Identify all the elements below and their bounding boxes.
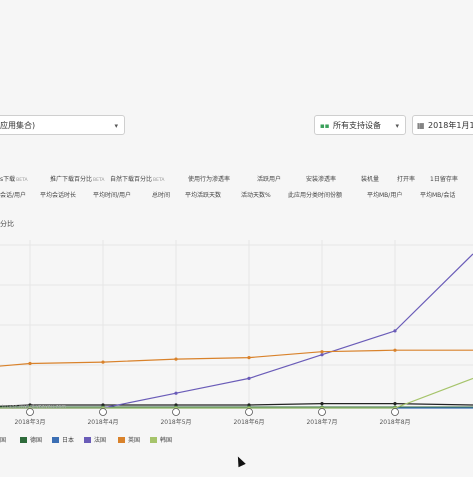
timeline-marker [245,408,253,416]
beta-badge: BETA [153,178,165,183]
legend-item[interactable]: 德国 [20,435,42,444]
timeline-marker [172,408,180,416]
beta-badge: BETA [93,178,105,183]
legend-label: 英国 [128,437,141,444]
beta-badge: BETA [16,178,28,183]
legend-label: 法国 [94,437,107,444]
page: 应用集合) ▾ ▪▪ 所有支持设备 ▾ ▦ 2018年1月1 s下载BETA 推广… [0,0,473,477]
line-chart-svg: 2018年3月 2018年4月 2018年5月 2018年6月 2018年7月 2018年… [0,240,473,426]
metric-tabs-row-1: s下载BETA 推广下载百分比BETA 自然下载百分比BETA 使用行为渗透率 活跃用户… [0,174,473,188]
android-apple-icon: ▪▪ [320,122,330,130]
timeline-marker [318,408,326,416]
legend-swatch [52,437,59,443]
legend-swatch [150,437,157,443]
data-point [174,357,178,361]
legend-item[interactable]: 国 [0,435,6,444]
mouse-cursor [234,454,246,468]
legend-swatch [84,437,91,443]
x-tick-label: 2018年8月 [379,418,410,426]
device-select[interactable]: ▪▪ 所有支持设备 ▾ [314,115,406,135]
timeline-marker [391,408,399,416]
x-tick-label: 2018年5月 [160,418,191,426]
legend-item[interactable]: 英国 [118,435,140,444]
calendar-icon: ▦ [417,121,425,130]
series-line [0,253,473,409]
data-point [393,348,397,352]
chevron-down-icon: ▾ [114,122,118,130]
watermark: image.mysql.yaoyou.com [2,404,67,410]
metric-tab-label: 打开率 [397,176,416,183]
legend-item[interactable]: 韩国 [150,435,172,444]
data-point [28,361,32,366]
legend-label: 韩国 [160,437,173,444]
metric-tab-label: 推广下载百分比 [50,176,93,183]
legend-item[interactable]: 法国 [84,435,106,444]
metric-tab[interactable]: 推广下载百分比BETA [50,174,104,183]
metric-tab[interactable]: s下载BETA [0,174,28,183]
metric-tabs-row-2: 会话/用户 平均会话时长 平均时间/用户 总时间 平均活跃天数 活动天数% 此应用分类时间份… [0,190,473,204]
app-collection-select[interactable]: 应用集合) ▾ [0,115,125,135]
metric-tab[interactable]: 1日留存率 [430,174,458,183]
metric-tab[interactable]: 自然下载百分比BETA [110,174,164,183]
legend-item[interactable]: 日本 [52,435,74,444]
metric-tab-label: 1日留存率 [430,176,458,183]
line-chart: 2018年3月 2018年4月 2018年5月 2018年6月 2018年7月 2018年… [0,240,473,430]
series-line [0,349,473,367]
metric-tab[interactable]: 平均会话时长 [40,190,76,199]
metric-tab-label: 安装渗透率 [306,176,337,183]
legend-label: 国 [0,437,7,444]
metric-tab[interactable]: 活跃用户 [257,174,281,183]
metric-tab[interactable]: 此应用分类时间份额 [288,190,342,199]
metric-tab[interactable]: 使用行为渗透率 [188,174,230,183]
data-point [393,329,397,333]
metric-tab[interactable]: 安装渗透率 [306,174,336,183]
x-tick-label: 2018年4月 [87,418,118,426]
device-select-label: 所有支持设备 [333,121,381,130]
x-tick-label: 2018年7月 [306,418,337,426]
metric-tab-label: 活跃用户 [257,176,282,183]
metric-tab[interactable]: 平均活跃天数 [185,190,221,199]
data-point [174,391,178,395]
legend-swatch [20,437,27,443]
metric-tab[interactable]: 活动天数% [241,190,271,199]
metric-tab-label: s下载 [0,176,16,183]
metric-tab[interactable]: 装机量 [361,174,379,183]
metric-tab-label: 使用行为渗透率 [188,176,231,183]
legend-label: 日本 [62,437,75,444]
data-point [320,350,324,354]
metric-tab[interactable]: 平均MB/用户 [367,190,402,199]
metric-tab[interactable]: 打开率 [397,174,415,183]
metric-tab-label: 装机量 [361,176,380,183]
header-blank-area [0,0,473,110]
date-range-picker[interactable]: ▦ 2018年1月1 [412,115,473,135]
data-point [320,353,324,357]
legend-swatch [118,437,125,443]
data-point [101,360,105,364]
data-point [320,402,324,406]
data-point [247,356,251,360]
legend-label: 德国 [30,437,43,444]
app-select-label: 应用集合) [0,121,36,130]
chart-title: 分比 [0,220,14,228]
chevron-down-icon: ▾ [395,122,399,130]
metric-tab[interactable]: 会话/用户 [0,190,26,199]
data-point [247,376,251,380]
x-tick-label: 2018年3月 [14,418,45,426]
x-tick-label: 2018年6月 [233,418,264,426]
metric-tab[interactable]: 总时间 [152,190,170,199]
data-point [393,402,397,406]
metric-tab[interactable]: 平均MB/会话 [420,190,455,199]
metric-tab-label: 自然下载百分比 [110,176,153,183]
timeline-marker [99,408,107,416]
metric-tab[interactable]: 平均时间/用户 [93,190,131,199]
date-range-label: 2018年1月1 [428,121,473,130]
